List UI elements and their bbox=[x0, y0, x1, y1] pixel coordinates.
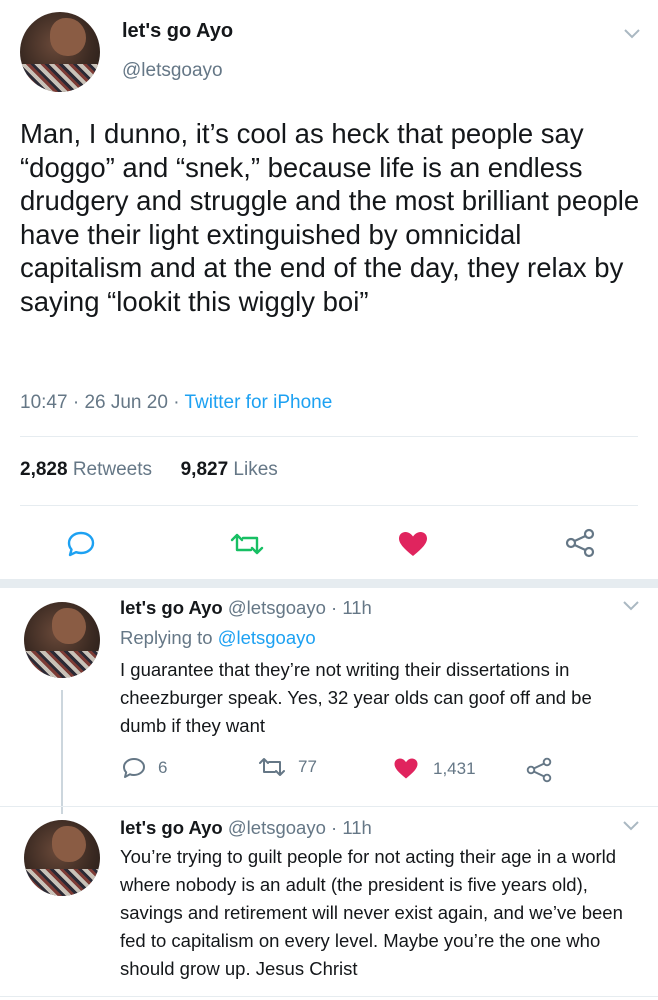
retweets-count[interactable]: 2,828 bbox=[20, 459, 68, 480]
divider bbox=[0, 806, 658, 807]
reply-count: 6 bbox=[158, 758, 168, 777]
heart-icon[interactable] bbox=[397, 530, 429, 558]
tweet-text: Man, I dunno, it’s cool as heck that peo… bbox=[20, 118, 640, 317]
meta-separator: · bbox=[173, 392, 180, 413]
reply-icon[interactable] bbox=[66, 530, 96, 558]
tweet-source[interactable]: Twitter for iPhone bbox=[184, 392, 332, 413]
meta-separator: · bbox=[72, 392, 80, 413]
replying-prefix: Replying to bbox=[120, 627, 213, 648]
chevron-down-icon[interactable] bbox=[622, 820, 640, 832]
share-icon bbox=[526, 757, 552, 783]
reply-author-handle[interactable]: @letsgoayo bbox=[228, 817, 326, 838]
reply-author-handle[interactable]: @letsgoayo bbox=[228, 597, 326, 618]
share-action[interactable] bbox=[526, 757, 564, 783]
likes-count[interactable]: 9,827 bbox=[181, 459, 229, 480]
reply-header: let's go Ayo @letsgoayo · 11h bbox=[120, 817, 372, 839]
avatar[interactable] bbox=[20, 12, 100, 92]
share-icon[interactable] bbox=[565, 528, 595, 558]
retweet-action[interactable]: 77 bbox=[258, 757, 317, 777]
like-action[interactable]: 1,431 bbox=[393, 757, 476, 780]
tweet-meta: 10:47 · 26 Jun 20 · Twitter for iPhone bbox=[20, 392, 332, 414]
section-separator bbox=[0, 579, 658, 588]
retweets-label[interactable]: Retweets bbox=[73, 459, 152, 480]
retweet-icon[interactable] bbox=[229, 532, 265, 556]
reply-header: let's go Ayo @letsgoayo · 11h bbox=[120, 597, 372, 619]
author-handle[interactable]: @letsgoayo bbox=[122, 60, 223, 82]
meta-separator: · bbox=[331, 817, 338, 838]
divider bbox=[0, 996, 658, 997]
replying-to: Replying to @letsgoayo bbox=[120, 627, 316, 649]
reply-text: I guarantee that they’re not writing the… bbox=[120, 659, 592, 736]
like-count: 1,431 bbox=[433, 758, 476, 778]
engagement-counts: 2,828 Retweets 9,827 Likes bbox=[20, 459, 278, 481]
replying-to-handle[interactable]: @letsgoayo bbox=[218, 627, 316, 648]
retweet-icon bbox=[259, 758, 285, 776]
divider bbox=[20, 505, 638, 506]
divider bbox=[20, 436, 638, 437]
reply-text: You’re trying to guilt people for not ac… bbox=[120, 846, 623, 979]
reply-icon bbox=[123, 758, 145, 778]
meta-separator: · bbox=[331, 597, 338, 618]
likes-label[interactable]: Likes bbox=[233, 459, 277, 480]
chevron-down-icon[interactable] bbox=[623, 28, 641, 40]
chevron-down-icon[interactable] bbox=[622, 600, 640, 612]
avatar[interactable] bbox=[24, 602, 100, 678]
author-name[interactable]: let's go Ayo bbox=[122, 20, 233, 43]
avatar[interactable] bbox=[24, 820, 100, 896]
tweet-date[interactable]: 26 Jun 20 bbox=[84, 392, 167, 413]
thread-line bbox=[61, 690, 63, 814]
heart-icon bbox=[394, 758, 418, 779]
reply-action[interactable]: 6 bbox=[122, 757, 167, 779]
reply-age[interactable]: 11h bbox=[342, 817, 372, 838]
reply-author-name[interactable]: let's go Ayo bbox=[120, 597, 223, 618]
reply-age[interactable]: 11h bbox=[342, 597, 372, 618]
retweet-count: 77 bbox=[298, 757, 317, 776]
reply-author-name[interactable]: let's go Ayo bbox=[120, 817, 223, 838]
tweet-time: 10:47 bbox=[20, 392, 68, 413]
